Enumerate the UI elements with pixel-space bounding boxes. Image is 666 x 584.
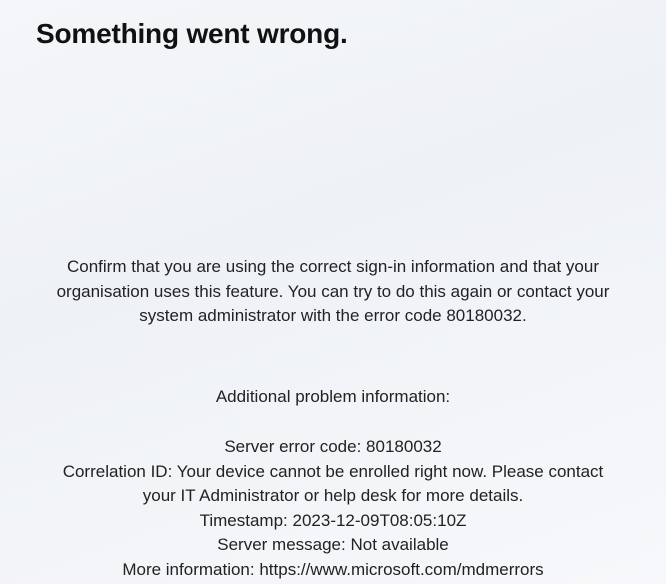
additional-info-heading: Additional problem information:: [36, 387, 630, 407]
correlation-id-value: Your device cannot be enrolled right now…: [143, 462, 604, 506]
more-information-value: https://www.microsoft.com/mdmerrors: [259, 560, 543, 579]
more-information-line: More information: https://www.microsoft.…: [44, 558, 622, 583]
timestamp-value: 2023-12-09T08:05:10Z: [293, 511, 467, 530]
error-message: Confirm that you are using the correct s…: [36, 255, 630, 329]
server-error-code-line: Server error code: 80180032: [44, 435, 622, 460]
error-title: Something went wrong.: [36, 18, 630, 50]
server-message-value: Not available: [350, 535, 448, 554]
server-error-code-value: 80180032: [366, 437, 442, 456]
correlation-id-label: Correlation ID:: [63, 462, 173, 481]
error-dialog: Something went wrong. Confirm that you a…: [0, 0, 666, 583]
correlation-id-line: Correlation ID: Your device cannot be en…: [44, 460, 622, 509]
server-error-code-label: Server error code:: [224, 437, 361, 456]
more-information-label: More information:: [122, 560, 254, 579]
timestamp-label: Timestamp:: [200, 511, 288, 530]
timestamp-line: Timestamp: 2023-12-09T08:05:10Z: [44, 509, 622, 534]
server-message-line: Server message: Not available: [44, 533, 622, 558]
error-details: Server error code: 80180032 Correlation …: [36, 435, 630, 583]
server-message-label: Server message:: [217, 535, 346, 554]
